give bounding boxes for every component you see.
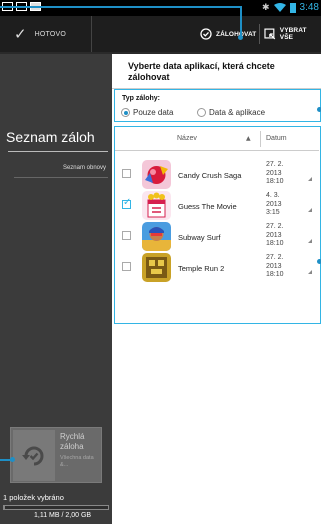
checkbox[interactable] bbox=[122, 262, 131, 271]
expand-icon[interactable] bbox=[308, 270, 312, 274]
callout-dot bbox=[317, 259, 321, 264]
list-item[interactable]: Subway Surf 27. 2. 2013 18:10 bbox=[115, 221, 319, 252]
checkbox[interactable] bbox=[122, 169, 131, 178]
candy-crush-saga-icon bbox=[142, 160, 171, 189]
expand-icon[interactable] bbox=[308, 239, 312, 243]
sidebar: Seznam záloh Seznam obnovy Rychlá záloha… bbox=[0, 54, 112, 524]
wifi-icon bbox=[273, 3, 286, 12]
radio-data-and-apps[interactable]: Data & aplikace bbox=[197, 108, 265, 117]
callout-dot bbox=[238, 35, 243, 40]
app-name: Guess The Movie bbox=[178, 202, 237, 211]
app-date: 27. 2. 2013 18:10 bbox=[266, 223, 284, 247]
radio-label: Pouze data bbox=[133, 108, 174, 117]
select-all-icon bbox=[264, 28, 276, 40]
list-item[interactable]: Temple Run 2 27. 2. 2013 18:10 bbox=[115, 252, 319, 283]
radio-button[interactable] bbox=[197, 108, 206, 117]
page-title: Vyberte data aplikací, která chcete zálo… bbox=[128, 61, 275, 82]
app-name: Candy Crush Saga bbox=[178, 171, 242, 180]
app-date: 4. 3. 2013 3:15 bbox=[266, 192, 282, 216]
app-date: 27. 2. 2013 18:10 bbox=[266, 254, 284, 278]
list-header: Název ▲ Datum bbox=[115, 127, 319, 151]
app-list: Název ▲ Datum Candy Crush Saga 27. 2. 20… bbox=[114, 126, 321, 324]
column-name-header[interactable]: Název bbox=[177, 135, 197, 142]
temple-run-2-icon bbox=[142, 253, 171, 282]
backup-type-label: Typ zálohy: bbox=[122, 95, 160, 102]
list-item[interactable]: Candy Crush Saga 27. 2. 2013 18:10 bbox=[115, 159, 319, 190]
check-icon: ✓ bbox=[14, 25, 27, 43]
storage-text: 1,11 MB / 2,00 GB bbox=[34, 512, 92, 519]
radio-button[interactable] bbox=[121, 108, 130, 117]
select-all-label: VYBRAT VŠE bbox=[279, 27, 307, 41]
radio-data-only[interactable]: Pouze data bbox=[121, 108, 173, 117]
status-bar: ✱ 3:48 bbox=[0, 0, 321, 16]
restore-icon bbox=[22, 446, 44, 465]
callout-line bbox=[240, 6, 242, 37]
subway-surf-icon bbox=[142, 222, 171, 251]
clock: 3:48 bbox=[299, 2, 319, 13]
backup-list-tab[interactable]: Seznam záloh bbox=[6, 129, 95, 145]
checkbox[interactable] bbox=[122, 231, 131, 240]
storage-bar bbox=[3, 505, 109, 510]
backup-button[interactable]: ZÁLOHOVAT bbox=[200, 16, 256, 52]
sort-asc-icon: ▲ bbox=[246, 135, 251, 142]
app-date: 27. 2. 2013 18:10 bbox=[266, 161, 284, 185]
done-button[interactable]: ✓ HOTOVO bbox=[0, 16, 92, 52]
quick-backup-button[interactable]: Rychlá záloha Všechna data &... bbox=[10, 427, 102, 483]
tab-underline bbox=[8, 151, 108, 152]
action-bar: ✓ HOTOVO ZÁLOHOVAT VYBRAT VŠE bbox=[0, 16, 321, 54]
action-bar-divider bbox=[259, 24, 260, 44]
expand-icon[interactable] bbox=[308, 208, 312, 212]
selected-count: 1 položek vybráno bbox=[3, 493, 64, 502]
quick-backup-title: Rychlá záloha bbox=[60, 432, 85, 451]
app-name: Temple Run 2 bbox=[178, 264, 225, 273]
check-icon: ✓ bbox=[123, 197, 132, 208]
backup-icon bbox=[200, 28, 212, 40]
expand-icon[interactable] bbox=[308, 177, 312, 181]
app-name: Subway Surf bbox=[178, 233, 221, 242]
backup-label: ZÁLOHOVAT bbox=[216, 30, 257, 38]
callout-dot bbox=[10, 457, 15, 462]
radio-label: Data & aplikace bbox=[209, 108, 266, 117]
checkbox[interactable]: ✓ bbox=[122, 197, 132, 209]
column-date-header[interactable]: Datum bbox=[266, 135, 287, 142]
main-pane: Vyberte data aplikací, která chcete zálo… bbox=[112, 54, 321, 524]
restore-list-tab[interactable]: Seznam obnovy bbox=[63, 165, 106, 171]
bluetooth-icon: ✱ bbox=[261, 2, 270, 13]
done-label: HOTOVO bbox=[34, 30, 66, 38]
column-divider bbox=[260, 131, 261, 147]
select-all-button[interactable]: VYBRAT VŠE bbox=[264, 16, 321, 52]
callout-line bbox=[0, 6, 241, 8]
backup-type-group: Typ zálohy: Pouze data Data & aplikace bbox=[114, 89, 321, 122]
callout-dot bbox=[317, 107, 321, 112]
battery-icon bbox=[289, 2, 296, 13]
storage-fill bbox=[4, 506, 6, 509]
guess-the-movie-icon bbox=[142, 191, 171, 220]
list-item[interactable]: ✓ Guess The Movie 4. 3. 2013 3:15 bbox=[115, 190, 319, 221]
quick-backup-subtitle: Všechna data &... bbox=[60, 455, 94, 468]
tab-divider bbox=[14, 177, 108, 178]
